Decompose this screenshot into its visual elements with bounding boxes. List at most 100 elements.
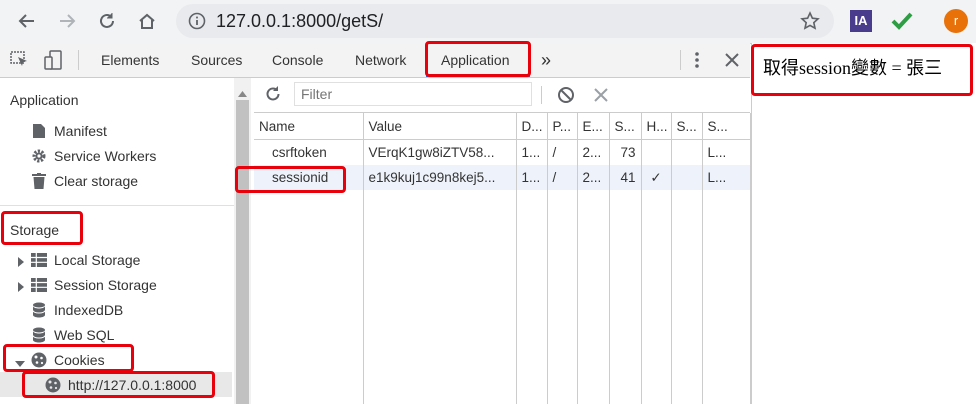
database-icon <box>30 327 48 343</box>
active-tab-indicator <box>426 74 530 77</box>
back-button[interactable] <box>12 6 42 36</box>
cell-samesite: L... <box>702 165 751 190</box>
sidebar-item-label: Service Workers <box>54 147 157 164</box>
cell-secure <box>671 165 703 190</box>
tab-sources[interactable]: Sources <box>191 43 242 77</box>
column-header-expires[interactable]: E... <box>577 113 610 140</box>
table-filler-row <box>254 190 751 404</box>
forward-button[interactable] <box>52 6 82 36</box>
tab-elements[interactable]: Elements <box>101 43 159 77</box>
page-content-pane <box>751 43 976 404</box>
url-text: 127.0.0.1:8000/getS/ <box>216 11 384 31</box>
cell-size: 41 <box>609 165 642 190</box>
cell-domain: 1... <box>516 139 548 165</box>
sidebar-item-service-workers[interactable]: Service Workers <box>30 143 156 168</box>
grid-icon <box>30 277 48 293</box>
expand-arrow-icon[interactable] <box>17 279 25 297</box>
cell-secure <box>671 139 703 165</box>
toolbar-divider <box>541 86 542 104</box>
browser-toolbar: 127.0.0.1:8000/getS/ IA r <box>0 0 976 44</box>
reload-button[interactable] <box>92 6 122 36</box>
trash-icon <box>30 172 48 189</box>
profile-avatar[interactable]: r <box>944 9 968 33</box>
sidebar-item-label: IndexedDB <box>54 301 124 318</box>
tab-network[interactable]: Network <box>355 43 406 77</box>
column-header-name[interactable]: Name <box>254 113 364 140</box>
sidebar-item-label: Manifest <box>54 122 107 139</box>
sidebar-item-indexeddb[interactable]: IndexedDB <box>30 297 123 322</box>
sidebar-item-session-storage[interactable]: Session Storage <box>30 272 157 297</box>
database-icon <box>30 302 48 318</box>
column-header-value[interactable]: Value <box>363 113 517 140</box>
cell-name: sessionid <box>254 165 364 190</box>
sidebar-item-label: Local Storage <box>54 251 141 268</box>
column-header-domain[interactable]: D... <box>516 113 548 140</box>
devtools-toolbar: Elements Sources Console Network Applica… <box>0 43 750 78</box>
home-icon <box>139 13 155 29</box>
cell-value: VErqK1gw8iZTV58... <box>363 139 517 165</box>
clear-all-icon[interactable] <box>557 86 575 109</box>
storage-section-title: Storage <box>10 222 60 238</box>
column-header-httponly[interactable]: H... <box>641 113 672 140</box>
info-icon[interactable] <box>188 12 206 35</box>
table-row[interactable]: sessionid e1k9kuj1c99n8kej5... 1... / 2.… <box>254 165 751 190</box>
sidebar-item-label: Clear storage <box>54 172 139 189</box>
sidebar-item-label: Web SQL <box>54 326 115 343</box>
address-bar[interactable]: 127.0.0.1:8000/getS/ <box>176 4 834 38</box>
more-tabs-button[interactable]: » <box>541 43 551 77</box>
scrollbar-thumb[interactable] <box>236 100 249 404</box>
forward-arrow-icon <box>60 14 76 28</box>
grid-icon <box>30 252 48 268</box>
column-header-secure[interactable]: S... <box>671 113 703 140</box>
table-header-row: Name Value D... P... E... S... H... S...… <box>254 113 751 140</box>
kebab-menu-icon[interactable] <box>692 51 702 74</box>
cookie-filter-input[interactable] <box>294 82 532 106</box>
application-section-title: Application <box>10 92 79 108</box>
sidebar-item-web-sql[interactable]: Web SQL <box>30 322 114 347</box>
cell-size: 73 <box>609 139 642 165</box>
back-arrow-icon <box>18 14 34 28</box>
ia-extension-icon[interactable]: IA <box>850 10 872 32</box>
table-row[interactable]: csrftoken VErqK1gw8iZTV58... 1... / 2...… <box>254 139 751 165</box>
home-button[interactable] <box>132 6 162 36</box>
refresh-icon[interactable] <box>264 85 282 108</box>
sidebar-item-clear-storage[interactable]: Clear storage <box>30 168 138 193</box>
sidebar-item-label: http://127.0.0.1:8000 <box>68 376 197 393</box>
cookie-icon <box>44 377 62 393</box>
cell-name: csrftoken <box>254 139 364 165</box>
collapse-arrow-icon[interactable] <box>15 355 25 373</box>
sidebar-item-cookies[interactable]: Cookies <box>30 347 105 372</box>
device-toolbar-icon[interactable] <box>44 50 64 75</box>
tab-application[interactable]: Application <box>441 43 510 77</box>
sidebar-item-label: Cookies <box>54 351 105 368</box>
cell-httponly: ✓ <box>641 165 672 190</box>
cookie-icon <box>30 352 48 368</box>
column-header-size[interactable]: S... <box>609 113 642 140</box>
gear-icon <box>30 148 48 164</box>
cell-path: / <box>547 165 578 190</box>
star-icon[interactable] <box>800 11 820 36</box>
column-header-samesite[interactable]: S... <box>702 113 751 140</box>
inspect-element-icon[interactable] <box>10 51 30 74</box>
close-devtools-icon[interactable] <box>724 52 740 73</box>
sidebar-item-local-storage[interactable]: Local Storage <box>30 247 140 272</box>
reload-icon <box>100 13 114 28</box>
expand-arrow-icon[interactable] <box>17 254 25 272</box>
application-sidebar: Application Manifest Service Workers Cle… <box>0 78 234 404</box>
cell-domain: 1... <box>516 165 548 190</box>
sidebar-item-manifest[interactable]: Manifest <box>30 118 107 143</box>
cell-expires: 2... <box>577 165 610 190</box>
cell-path: / <box>547 139 578 165</box>
sidebar-divider <box>0 205 234 206</box>
toolbar-divider <box>78 50 79 70</box>
cookies-table: Name Value D... P... E... S... H... S...… <box>254 113 751 404</box>
sidebar-item-cookie-origin[interactable]: http://127.0.0.1:8000 <box>44 372 196 397</box>
toolbar-divider-right <box>680 50 681 70</box>
delete-selected-icon[interactable] <box>594 88 608 107</box>
column-header-path[interactable]: P... <box>547 113 578 140</box>
file-icon <box>30 123 48 139</box>
checkmark-extension-icon[interactable] <box>890 9 914 38</box>
tab-console[interactable]: Console <box>272 43 323 77</box>
cell-samesite: L... <box>702 139 751 165</box>
cell-value: e1k9kuj1c99n8kej5... <box>363 165 517 190</box>
